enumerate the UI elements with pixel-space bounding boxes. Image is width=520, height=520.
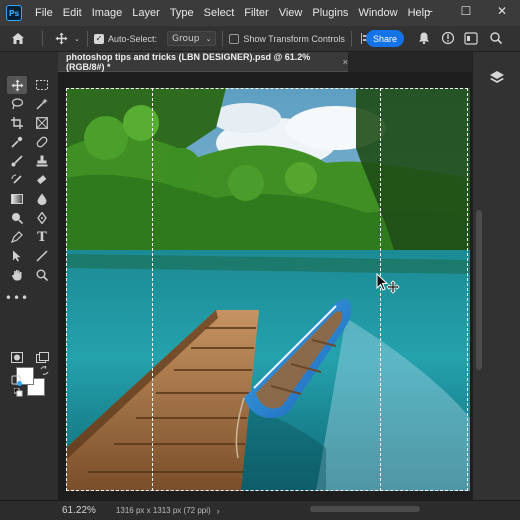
history-brush-tool-icon[interactable]	[7, 171, 27, 189]
document-info[interactable]: 1316 px x 1313 px (72 ppi)	[116, 506, 211, 515]
maximize-button[interactable]: ☐	[448, 0, 484, 22]
chevron-right-icon[interactable]: ›	[217, 506, 220, 516]
frame-tool-icon[interactable]	[32, 114, 52, 132]
chevron-down-icon[interactable]: ⌄	[73, 35, 81, 43]
move-cursor-icon	[376, 272, 402, 295]
auto-select-checkbox[interactable]: ✓	[94, 33, 104, 44]
divider	[222, 30, 224, 47]
transform-controls-label: Show Transform Controls	[243, 33, 345, 44]
blur-tool-icon[interactable]	[32, 190, 52, 208]
document-tab-title: photoshop tips and tricks (LBN DESIGNER)…	[66, 51, 311, 72]
quick-mask-icon[interactable]	[7, 348, 27, 366]
divider	[42, 30, 43, 47]
menu-plugins[interactable]: Plugins	[307, 7, 353, 19]
home-icon[interactable]	[0, 32, 36, 45]
pen-tool-icon[interactable]	[32, 209, 52, 227]
magic-wand-tool-icon[interactable]	[32, 95, 52, 113]
type-tool-icon[interactable]: T	[32, 228, 52, 246]
move-tool-icon[interactable]	[49, 32, 73, 45]
search-icon[interactable]	[489, 31, 503, 45]
document-tab-bar: photoshop tips and tricks (LBN DESIGNER)…	[58, 52, 483, 72]
bell-icon[interactable]	[417, 31, 431, 45]
divider	[87, 30, 88, 47]
lasso-tool-icon[interactable]	[7, 95, 27, 113]
transform-controls-checkbox[interactable]	[229, 33, 240, 44]
share-button[interactable]: Share	[366, 30, 404, 47]
menu-bar: Ps File Edit Image Layer Type Select Fil…	[0, 0, 520, 26]
swap-colors-icon[interactable]	[40, 365, 49, 375]
close-icon[interactable]: ×	[343, 57, 348, 67]
divider	[350, 30, 352, 47]
menu-type[interactable]: Type	[165, 7, 199, 19]
crop-tool-icon[interactable]	[7, 114, 27, 132]
workspace-icon[interactable]	[464, 32, 478, 45]
stamp-tool-icon[interactable]	[32, 152, 52, 170]
marquee-tool-icon[interactable]	[32, 76, 52, 94]
horizontal-scrollbar[interactable]	[310, 506, 420, 512]
window-controls: – ☐ ✕	[412, 0, 520, 26]
eraser-tool-icon[interactable]	[32, 171, 52, 189]
menu-layer[interactable]: Layer	[127, 7, 165, 19]
menu-edit[interactable]: Edit	[58, 7, 87, 19]
screen-mode-icon[interactable]	[32, 348, 52, 366]
help-icon[interactable]	[441, 31, 455, 45]
status-bar: 61.22% 1316 px x 1313 px (72 ppi) ›	[0, 500, 520, 520]
close-button[interactable]: ✕	[484, 0, 520, 22]
menu-select[interactable]: Select	[199, 7, 240, 19]
zoom-tool-icon[interactable]	[32, 266, 52, 284]
pen-tool-icon[interactable]	[7, 228, 27, 246]
zoom-level[interactable]: 61.22%	[62, 505, 96, 516]
gradient-tool-icon[interactable]	[7, 190, 27, 208]
minimize-button[interactable]: –	[412, 0, 448, 22]
photoshop-logo: Ps	[6, 5, 22, 21]
selection-edge-left	[152, 88, 153, 491]
menu-image[interactable]: Image	[87, 7, 128, 19]
auto-select-label: Auto-Select:	[108, 33, 158, 44]
dodge-tool-icon[interactable]	[7, 209, 27, 227]
menu-window[interactable]: Window	[353, 7, 402, 19]
eyedropper-tool-icon[interactable]	[7, 133, 27, 151]
menu-view[interactable]: View	[274, 7, 308, 19]
menu-file[interactable]: File	[30, 7, 58, 19]
layers-panel-icon[interactable]	[489, 70, 505, 86]
menu-filter[interactable]: Filter	[239, 7, 273, 19]
healing-brush-tool-icon[interactable]	[32, 133, 52, 151]
brush-tool-icon[interactable]	[7, 152, 27, 170]
edit-toolbar-icon[interactable]	[7, 372, 27, 390]
chevron-down-icon: ⌄	[205, 34, 212, 43]
path-selection-tool-icon[interactable]	[7, 247, 27, 265]
tools-panel: T •••	[0, 52, 58, 500]
hand-tool-icon[interactable]	[7, 266, 27, 284]
move-tool-icon[interactable]	[7, 76, 27, 94]
line-tool-icon[interactable]	[32, 247, 52, 265]
canvas-image[interactable]	[66, 88, 470, 491]
auto-select-target-dropdown[interactable]: Group ⌄	[167, 31, 217, 46]
document-tab[interactable]: photoshop tips and tricks (LBN DESIGNER)…	[58, 52, 348, 72]
vertical-scrollbar[interactable]	[476, 210, 482, 370]
auto-select-target-value: Group	[172, 33, 200, 44]
more-tools-icon[interactable]: •••	[5, 289, 28, 307]
